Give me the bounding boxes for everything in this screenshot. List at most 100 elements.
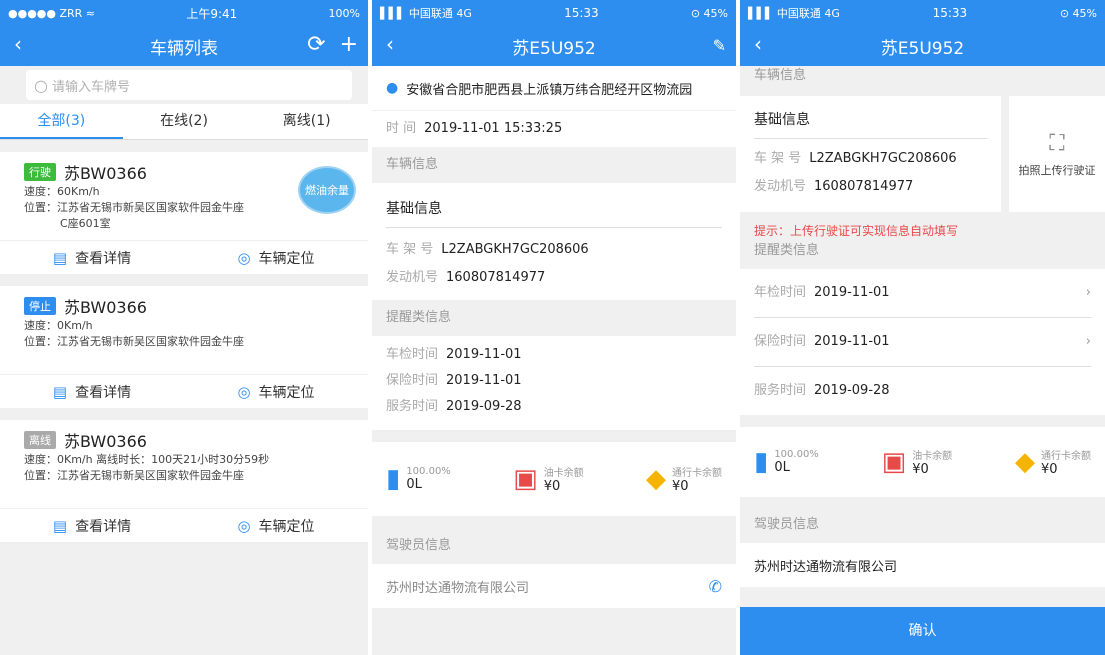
locate-vehicle-button[interactable]: ◎ 车辆定位 xyxy=(184,241,368,274)
vehicle-info-header: 车辆信息 xyxy=(740,66,1105,96)
company-name: 苏州时达通物流有限公司 xyxy=(754,559,898,575)
fuel-percent: 100.00% xyxy=(774,449,819,460)
tab-online[interactable]: 在线(2) xyxy=(123,104,246,139)
driver-info-header: 驾驶员信息 xyxy=(372,528,736,564)
clock: 15:33 xyxy=(932,6,968,20)
status-bar: ▌▌▌ 中国联通 4G 15:33 ⊙ 45% xyxy=(372,0,736,26)
location-text: 位置：江苏省无锡市新吴区国家软件园金牛座 xyxy=(24,335,244,348)
chevron-right-icon: › xyxy=(1085,334,1091,349)
location-pin-icon: ◎ xyxy=(237,382,251,401)
back-icon[interactable]: ‹ xyxy=(14,32,22,56)
fuel-tank-icon: ▮ xyxy=(754,447,769,477)
service-label: 服务时间 xyxy=(386,399,439,414)
speed-text: 速度：0Km/h 离线时长：100天21小时30分59秒 xyxy=(24,453,270,466)
page-title: 苏E5U952 xyxy=(512,38,596,59)
status-badge: 离线 xyxy=(24,431,56,449)
locate-vehicle-button[interactable]: ◎ 车辆定位 xyxy=(184,375,368,408)
time-value: 2019-11-01 15:33:25 xyxy=(424,121,563,136)
nav-bar: ‹ 车辆列表 ⟳ + xyxy=(0,26,368,66)
view-detail-label: 查看详情 xyxy=(75,518,132,535)
locate-label: 车辆定位 xyxy=(258,518,315,535)
oilcard-label: 油卡余额 xyxy=(912,451,953,462)
battery: 100% xyxy=(328,6,360,20)
fuel-card-icon: ▣ xyxy=(513,464,538,494)
confirm-button[interactable]: 确认 xyxy=(740,607,1105,655)
engine-label: 发动机号 xyxy=(386,270,439,285)
vehicle-list-screen: ●●●●● ZRR ≈ 上午9:41 100% ‹ 车辆列表 ⟳ + ○ 请输入… xyxy=(0,0,368,655)
add-icon[interactable]: + xyxy=(340,32,358,57)
service-date: 2019-09-28 xyxy=(446,399,522,414)
toll-car-icon: ◆ xyxy=(645,464,666,494)
fuel-tank-icon: ▮ xyxy=(386,464,401,494)
search-input[interactable]: ○ 请输入车牌号 xyxy=(26,70,352,100)
plate-number: 苏BW0366 xyxy=(64,164,147,183)
tip-text: 提示：上传行驶证可实现信息自动填写 xyxy=(754,224,959,238)
search-icon: ○ xyxy=(34,75,48,95)
search-placeholder: 请输入车牌号 xyxy=(51,79,130,95)
status-badge: 行驶 xyxy=(24,163,56,181)
annual-label: 年检时间 xyxy=(754,285,807,300)
status-bar: ▌▌▌ 中国联通 4G 15:33 ⊙ 45% xyxy=(740,0,1105,26)
document-icon: ▤ xyxy=(52,516,68,535)
locate-label: 车辆定位 xyxy=(258,250,315,267)
back-icon[interactable]: ‹ xyxy=(754,32,762,56)
inspect-label: 车检时间 xyxy=(386,347,439,362)
scan-icon: ⛶ xyxy=(1049,130,1065,156)
upload-license-button[interactable]: ⛶ 拍照上传行驶证 xyxy=(1009,96,1105,212)
nav-bar: ‹ 苏E5U952 xyxy=(740,26,1105,66)
edit-icon[interactable]: ✎ xyxy=(713,36,726,55)
insurance-date: 2019-11-01 xyxy=(446,373,522,388)
frame-label: 车 架 号 xyxy=(754,151,802,166)
locate-label: 车辆定位 xyxy=(258,384,315,401)
oilcard-balance: ¥0 xyxy=(543,479,561,494)
tab-all[interactable]: 全部(3) xyxy=(0,104,123,139)
insurance-row[interactable]: 保险时间 2019-11-01 › xyxy=(740,318,1105,366)
view-detail-button[interactable]: ▤ 查看详情 xyxy=(0,509,184,542)
driver-info-header: 驾驶员信息 xyxy=(740,507,1105,543)
vehicle-card: 离线 苏BW0366 速度：0Km/h 离线时长：100天21小时30分59秒 … xyxy=(0,420,368,542)
fuel-level-button[interactable]: 燃油余量 xyxy=(298,166,356,214)
tab-offline[interactable]: 离线(1) xyxy=(245,104,368,139)
location-text: 位置：江苏省无锡市新吴区国家软件园金牛座 xyxy=(24,469,244,482)
service-label: 服务时间 xyxy=(754,383,807,398)
fuel-liters: 0L xyxy=(774,460,790,475)
vehicle-edit-screen: ▌▌▌ 中国联通 4G 15:33 ⊙ 45% ‹ 苏E5U952 车辆信息 基… xyxy=(740,0,1105,655)
speed-text: 速度：0Km/h xyxy=(24,319,93,332)
vehicle-detail-screen: ▌▌▌ 中国联通 4G 15:33 ⊙ 45% ‹ 苏E5U952 ✎ ● 安徽… xyxy=(372,0,736,655)
view-detail-button[interactable]: ▤ 查看详情 xyxy=(0,241,184,274)
insurance-date: 2019-11-01 xyxy=(814,334,890,349)
refresh-icon[interactable]: ⟳ xyxy=(307,32,325,57)
balances-row: ▮ 100.00% 0L ▣ 油卡余额 ¥0 ◆ 通行卡余额 ¥0 xyxy=(372,442,736,516)
toll-label: 通行卡余额 xyxy=(671,468,722,479)
inspect-date: 2019-11-01 xyxy=(446,347,522,362)
basic-info-title: 基础信息 xyxy=(754,112,810,128)
back-icon[interactable]: ‹ xyxy=(386,32,394,56)
vehicle-card: 停止 苏BW0366 速度：0Km/h 位置：江苏省无锡市新吴区国家软件园金牛座… xyxy=(0,286,368,408)
frame-number: L2ZABGKH7GC208606 xyxy=(809,151,957,166)
annual-date: 2019-11-01 xyxy=(814,285,890,300)
filter-tabs: 全部(3) 在线(2) 离线(1) xyxy=(0,104,368,140)
view-detail-label: 查看详情 xyxy=(75,250,132,267)
document-icon: ▤ xyxy=(52,248,68,267)
engine-label: 发动机号 xyxy=(754,179,807,194)
frame-number: L2ZABGKH7GC208606 xyxy=(441,242,589,257)
engine-number: 160807814977 xyxy=(814,179,914,194)
phone-icon[interactable]: ✆ xyxy=(709,577,722,596)
annual-inspection-row[interactable]: 年检时间 2019-11-01 › xyxy=(740,269,1105,317)
page-title: 苏E5U952 xyxy=(880,38,965,59)
location-pin-icon: ◎ xyxy=(237,248,251,267)
address-text: 安徽省合肥市肥西县上派镇万纬合肥经开区物流园 xyxy=(406,82,693,98)
reminder-header: 提醒类信息 xyxy=(740,239,1105,269)
balances-row: ▮ 100.00% 0L ▣ 油卡余额 ¥0 ◆ 通行卡余额 ¥0 xyxy=(740,427,1105,497)
location-text: 位置：江苏省无锡市新吴区国家软件园金牛座 xyxy=(24,201,244,214)
nav-bar: ‹ 苏E5U952 ✎ xyxy=(372,26,736,66)
view-detail-label: 查看详情 xyxy=(75,384,132,401)
insurance-label: 保险时间 xyxy=(754,334,807,349)
basic-info-title: 基础信息 xyxy=(386,201,442,217)
view-detail-button[interactable]: ▤ 查看详情 xyxy=(0,375,184,408)
battery: ⊙ 45% xyxy=(1059,6,1097,20)
battery: ⊙ 45% xyxy=(690,6,728,20)
locate-vehicle-button[interactable]: ◎ 车辆定位 xyxy=(184,509,368,542)
location-pin-icon: ◎ xyxy=(237,516,251,535)
plate-number: 苏BW0366 xyxy=(64,298,147,317)
